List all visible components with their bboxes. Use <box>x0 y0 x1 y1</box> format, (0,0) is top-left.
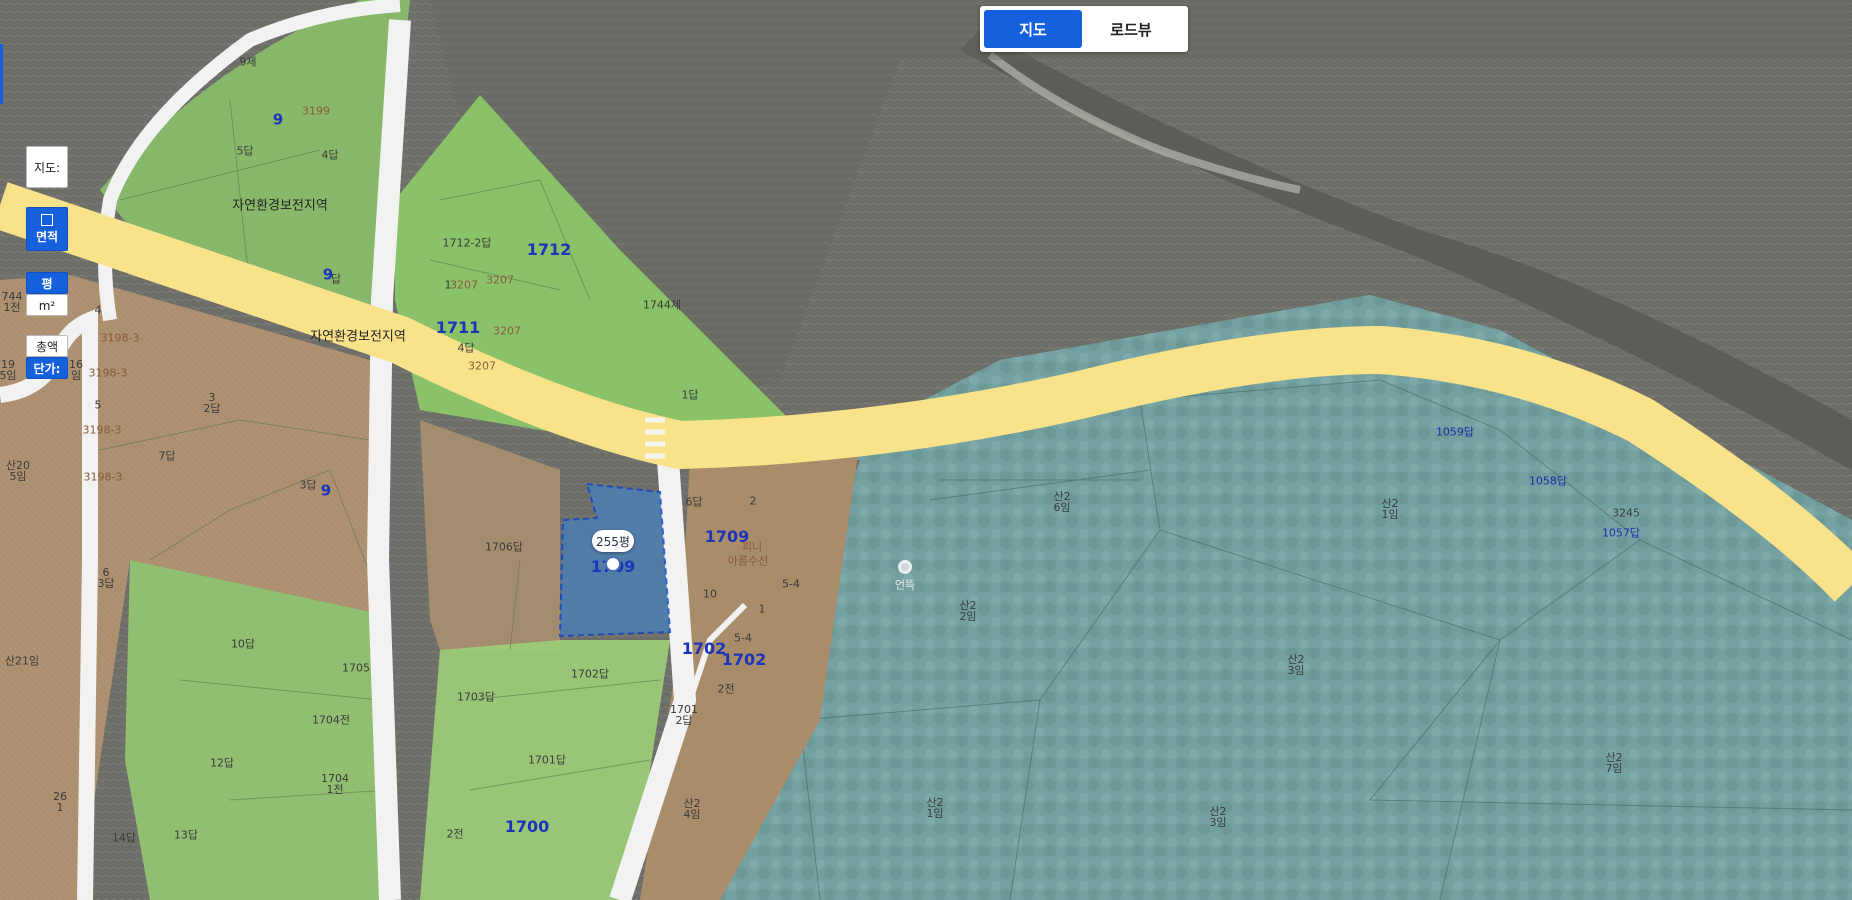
parcel-label: 1712 <box>526 240 572 259</box>
parcel-label: 2전 <box>717 682 735 696</box>
parcel-label: 산21임 <box>4 654 40 668</box>
parcel-label: 6답 <box>685 495 703 509</box>
parcel-label: 3 2답 <box>203 391 221 415</box>
green-zone-south-west <box>125 560 395 900</box>
poi-label: 피니 <box>741 540 763 554</box>
parcel-label: 1700 <box>504 817 550 836</box>
parcel-label: 1711 <box>435 318 481 337</box>
total-price-button[interactable]: 총액 <box>26 335 68 357</box>
unit-price-button[interactable]: 단가: <box>26 357 68 379</box>
zone-label: 자연환경보전지역 <box>310 329 406 345</box>
parcel-label: 10 <box>703 587 717 601</box>
poi-label: 아름수선 <box>727 554 769 568</box>
parcel-label: 3207 <box>450 278 478 292</box>
parcel-label: 26 1 <box>53 790 67 814</box>
parcel-label: 3207 <box>468 359 496 373</box>
parcel-label: 1059답 <box>1435 425 1475 439</box>
unit-m2-label: m² <box>38 299 56 313</box>
parcel-label: 1706답 <box>484 540 524 554</box>
tab-roadview[interactable]: 로드뷰 <box>1082 10 1180 48</box>
left-edge-indicator <box>0 44 3 104</box>
area-badge[interactable]: 255평 <box>592 530 634 552</box>
parcel-label: 19 5임 <box>0 358 17 382</box>
parcel-label: 744 1전 <box>1 290 23 314</box>
map-type-button[interactable]: 지도: <box>26 146 68 188</box>
parcel-label: 13답 <box>173 828 199 842</box>
parcel-label: 1058답 <box>1528 474 1568 488</box>
parcel-label: 산2 3임 <box>1287 653 1305 677</box>
area-badge-text: 255평 <box>596 534 630 549</box>
parcel-label: 1744제 <box>642 298 682 312</box>
parcel-label: 2전 <box>446 827 464 841</box>
parcel-label: 3207 <box>493 324 521 338</box>
location-marker-icon[interactable] <box>898 560 912 574</box>
parcel-label: 16 임 <box>69 358 83 382</box>
parcel-label: 4답 <box>321 148 339 162</box>
satellite-cadastral-map[interactable] <box>0 0 1852 900</box>
parcel-label: 3답 <box>299 478 317 492</box>
parcel-label: 1 <box>758 602 766 616</box>
map-type-label: 지도: <box>33 161 61 175</box>
area-measure-label: 면적 <box>35 230 59 244</box>
parcel-label: 2 <box>749 494 757 508</box>
parcel-label: 산20 5임 <box>5 459 31 483</box>
parcel-label: 1703답 <box>456 690 496 704</box>
parcel-label: 1704 1전 <box>321 772 349 796</box>
parcel-label: 9 <box>272 110 284 129</box>
parcel-label: 3245 <box>1612 506 1640 520</box>
total-price-label: 총액 <box>35 340 59 354</box>
parcel-label: 4답 <box>457 341 475 355</box>
parcel-label: 9 <box>320 481 332 500</box>
parcel-label: 3198-3 <box>88 366 128 380</box>
parcel-label: 1704전 <box>311 713 351 727</box>
parcel-label: 5답 <box>236 144 254 158</box>
parcel-label: 3198-3 <box>82 423 122 437</box>
parcel-label: 1답 <box>681 388 699 402</box>
parcel-label: 1705 <box>342 661 370 675</box>
parcel-label: 1 <box>444 278 452 292</box>
parcel-label: 7답 <box>158 449 176 463</box>
area-measure-icon <box>41 214 53 226</box>
zone-label: 자연환경보전지역 <box>232 198 328 214</box>
parcel-label: 1057답 <box>1601 526 1641 540</box>
parcel-label: 6 3답 <box>97 566 115 590</box>
parcel-label: 3199 <box>302 104 330 118</box>
parcel-label: 답 <box>330 272 342 286</box>
parcel-label: 3198-3 <box>83 470 123 484</box>
parcel-label: 1702답 <box>570 667 610 681</box>
unit-m2-button[interactable]: m² <box>26 294 68 316</box>
poi-label: 언뜩 <box>894 578 916 592</box>
parcel-label: 산2 3임 <box>1209 805 1227 829</box>
parcel-label: 3198-3 <box>100 331 140 345</box>
parcel-label: 5 <box>94 398 102 412</box>
parcel-label: 9제 <box>239 55 257 69</box>
parcel-label: 1701 2답 <box>670 703 698 727</box>
tab-map[interactable]: 지도 <box>984 10 1082 48</box>
parcel-label: 산2 4임 <box>683 797 701 821</box>
parcel-label: 산2 7임 <box>1605 751 1623 775</box>
parcel-label: 산2 1임 <box>926 796 944 820</box>
parcel-label: 10답 <box>230 637 256 651</box>
area-measure-button[interactable]: 면적 <box>26 207 68 251</box>
parcel-label: 산2 1임 <box>1381 497 1399 521</box>
parcel-label: 산2 6임 <box>1053 490 1071 514</box>
parcel-label: 5-4 <box>734 631 752 645</box>
unit-pyeong-label: 평 <box>41 277 53 291</box>
parcel-pin-icon[interactable] <box>605 556 621 572</box>
parcel-label: 1702 <box>681 639 727 658</box>
parcel-label: 1701답 <box>527 753 567 767</box>
parcel-label: 1712-2답 <box>442 236 492 250</box>
map-view-toggle: 지도 로드뷰 <box>980 6 1188 52</box>
unit-pyeong-button[interactable]: 평 <box>26 272 68 294</box>
parcel-label: 3207 <box>486 273 514 287</box>
parcel-label: 4 <box>94 303 102 317</box>
parcel-label: 12답 <box>209 756 235 770</box>
unit-price-label: 단가: <box>33 362 61 376</box>
parcel-label: 산2 2임 <box>959 599 977 623</box>
parcel-label: 5-4 <box>782 577 800 591</box>
parcel-label: 1702 <box>721 650 767 669</box>
parcel-label: 14답 <box>111 831 137 845</box>
